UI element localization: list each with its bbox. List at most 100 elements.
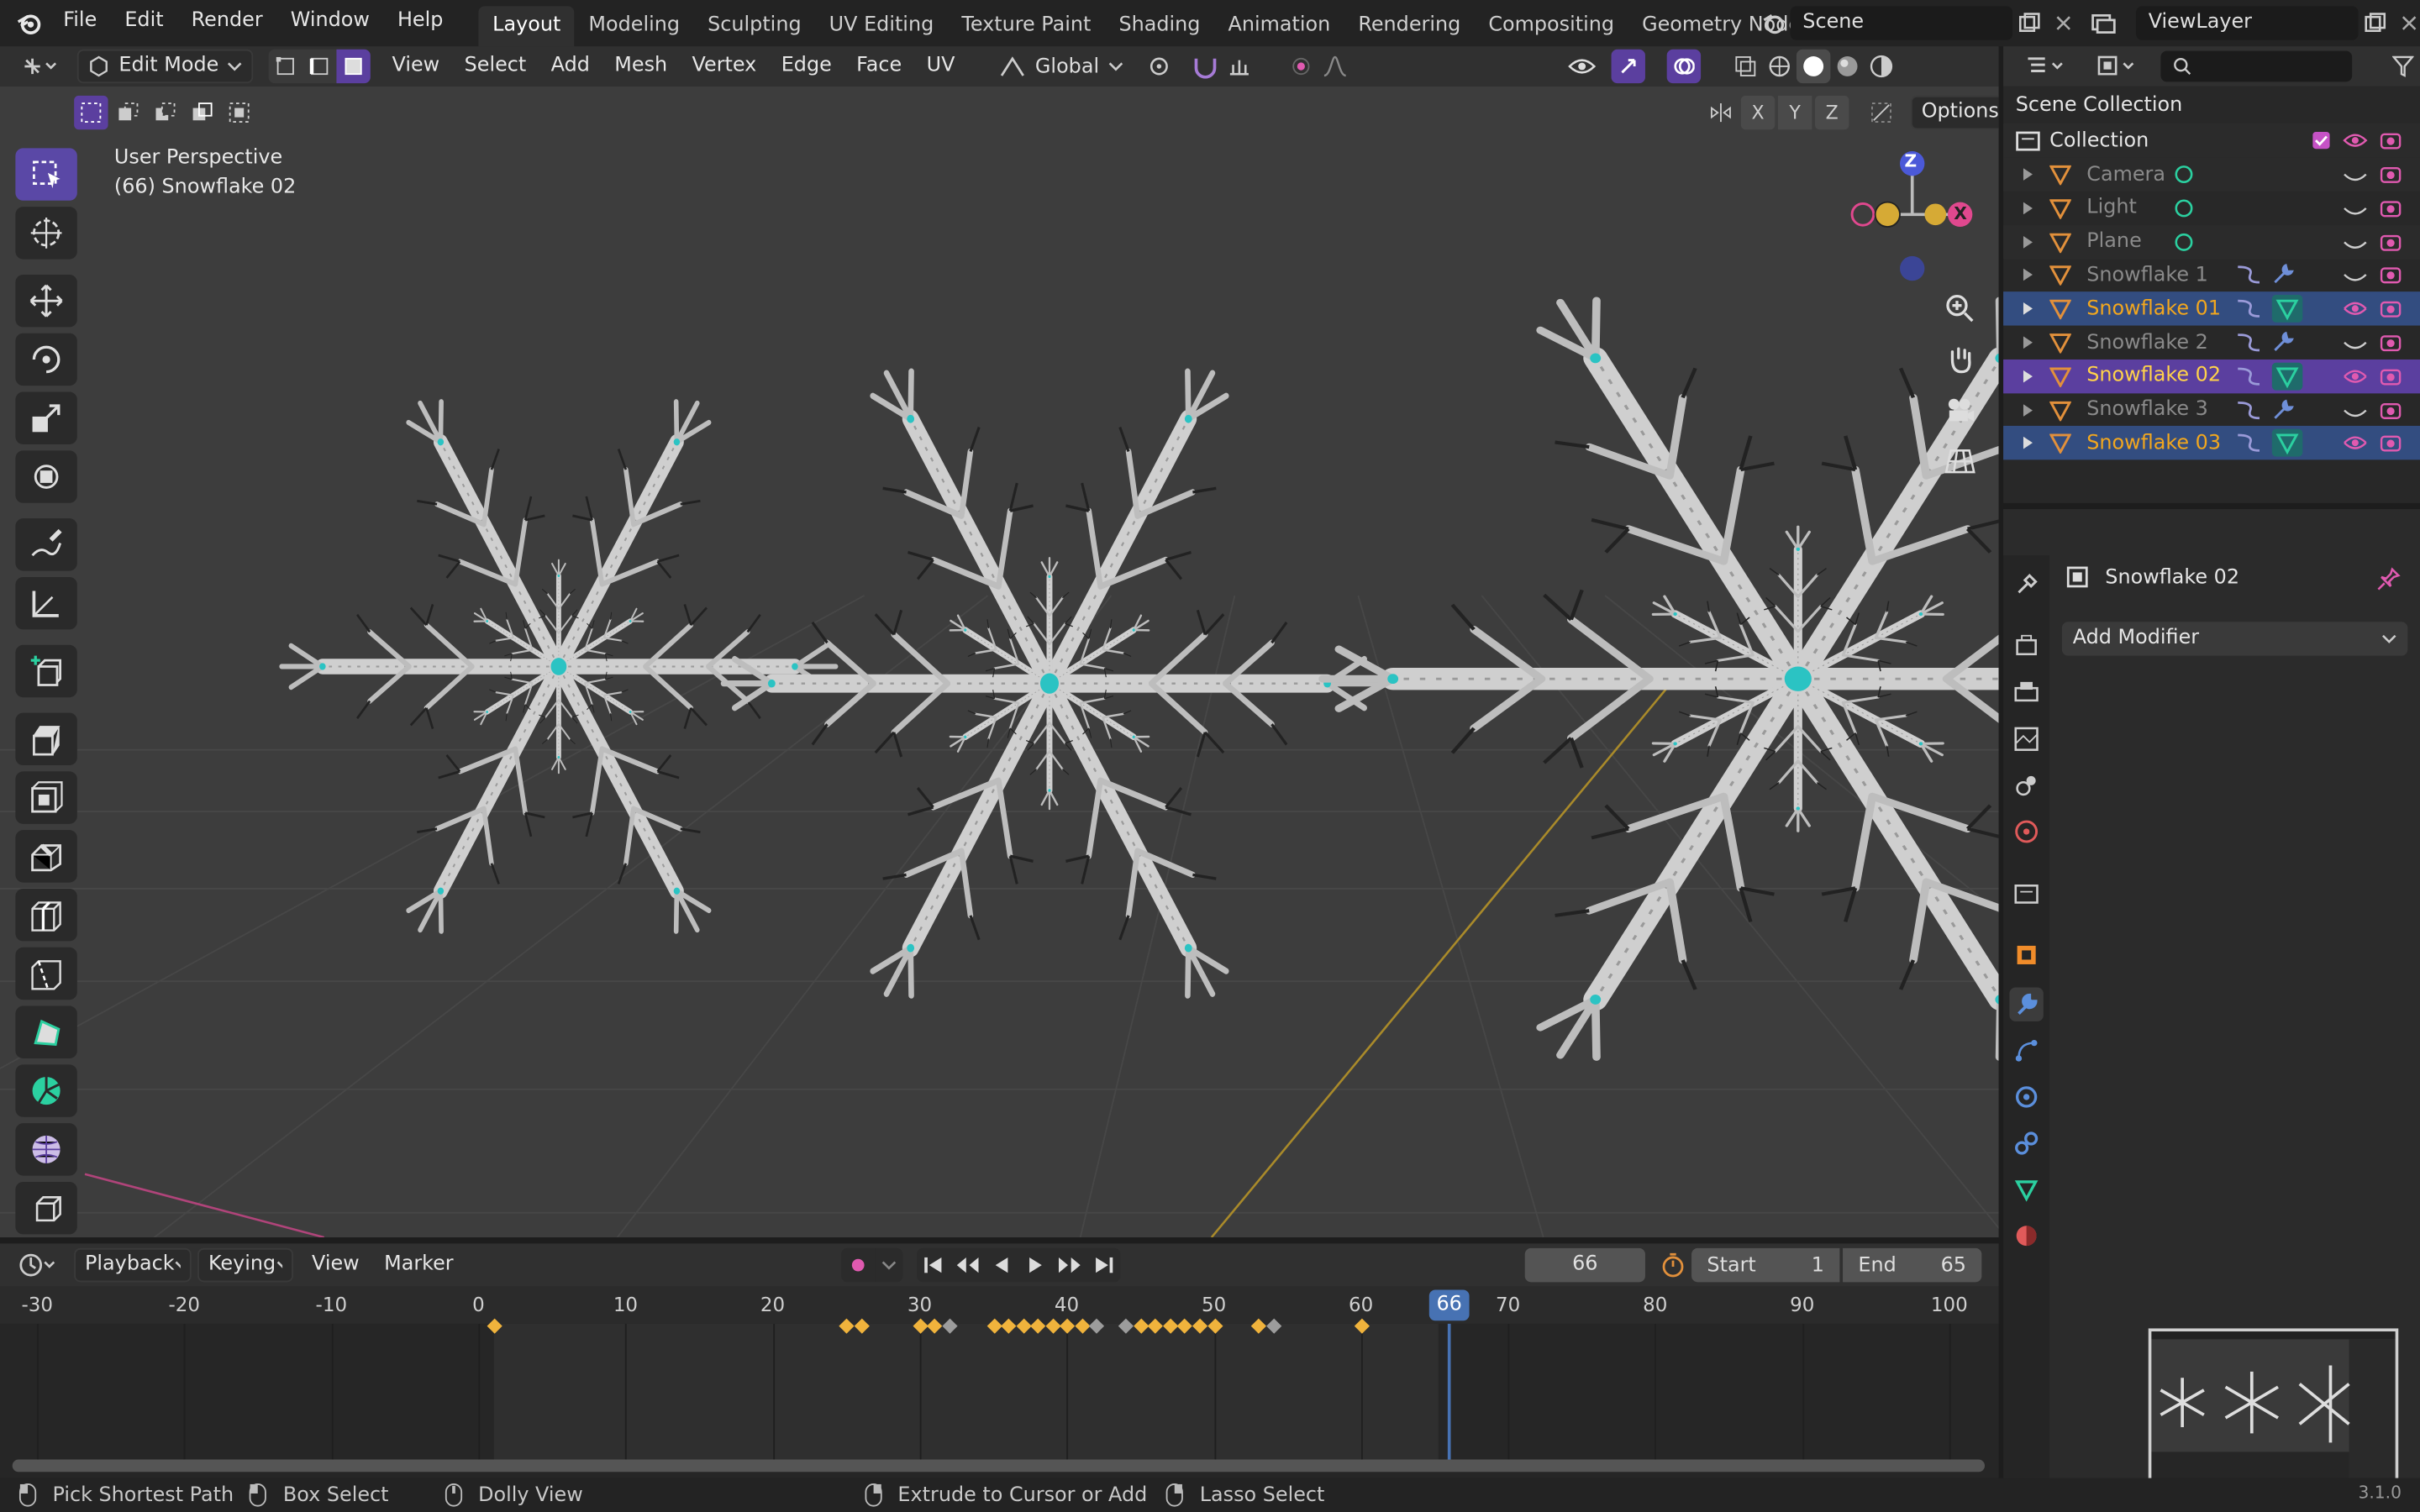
keying-dropdown[interactable]: Keying <box>197 1247 293 1283</box>
workspace-tab-layout[interactable]: Layout <box>478 5 575 46</box>
play-reverse-icon[interactable] <box>985 1248 1018 1282</box>
render-camera-icon[interactable] <box>2380 434 2402 453</box>
editor-type-icon[interactable] <box>13 50 68 83</box>
move-tool-icon[interactable] <box>15 274 77 328</box>
header-menu-add[interactable]: Add <box>539 46 602 87</box>
menu-render[interactable]: Render <box>177 0 276 46</box>
snap-icon[interactable] <box>1189 50 1223 83</box>
solid-shading-icon[interactable] <box>1796 49 1831 84</box>
expand-arrow-icon[interactable] <box>2022 269 2034 282</box>
expand-arrow-icon[interactable] <box>2022 302 2034 316</box>
jump-to-start-icon[interactable] <box>917 1248 950 1282</box>
render-camera-icon[interactable] <box>2380 300 2402 318</box>
mesh-data-icon[interactable] <box>2271 429 2303 458</box>
expand-arrow-icon[interactable] <box>2022 235 2034 248</box>
perspective-toggle-icon[interactable] <box>1939 439 1981 482</box>
expand-arrow-icon[interactable] <box>2022 202 2034 214</box>
camera-data-icon[interactable] <box>2170 162 2197 186</box>
transform-tool-icon[interactable] <box>15 450 77 503</box>
blender-logo-icon[interactable] <box>9 6 50 39</box>
timeline[interactable]: -30 -20 -10 0 10 20 30 40 50 60 70 80 90 100 66 <box>0 1286 1999 1478</box>
scene-icon[interactable] <box>1756 6 1790 39</box>
end-frame-field[interactable]: End 65 <box>1843 1247 1982 1283</box>
face-select-mode-icon[interactable] <box>336 49 371 84</box>
workspace-tab-sculpting[interactable]: Sculpting <box>694 5 816 45</box>
outliner-item-row[interactable]: Snowflake 1 <box>2003 258 2420 291</box>
workspace-tab-compositing[interactable]: Compositing <box>1475 5 1628 45</box>
mirror-y-toggle[interactable]: Y <box>1777 95 1812 130</box>
render-tab-icon[interactable] <box>2009 629 2043 663</box>
collection-row[interactable]: Collection <box>2003 123 2420 158</box>
header-menu-vertex[interactable]: Vertex <box>680 46 769 87</box>
display-mode-icon[interactable] <box>2093 50 2143 83</box>
snowflake-02-mesh[interactable] <box>723 336 1376 1030</box>
new-view-layer-icon[interactable] <box>2359 6 2392 39</box>
playhead-frame-label[interactable]: 66 <box>1428 1289 1470 1321</box>
mesh-data-icon[interactable] <box>2271 362 2303 391</box>
playback-dropdown[interactable]: Playback <box>74 1247 192 1283</box>
exclude-checkbox-icon[interactable] <box>2312 131 2330 150</box>
spin-tool-icon[interactable] <box>15 1064 77 1117</box>
expand-arrow-icon[interactable] <box>2022 336 2034 349</box>
visibility-eye-icon[interactable] <box>2343 266 2367 285</box>
measure-tool-icon[interactable] <box>15 576 77 630</box>
material-shading-icon[interactable] <box>1830 50 1864 83</box>
inset-tool-icon[interactable] <box>15 771 77 824</box>
scene-tab-icon[interactable] <box>2009 769 2043 802</box>
expand-arrow-icon[interactable] <box>2022 437 2034 450</box>
frame-ruler[interactable] <box>0 1286 1999 1324</box>
outliner-item-row[interactable]: Camera <box>2003 157 2420 192</box>
modifier-link-icon[interactable] <box>2235 298 2263 320</box>
overlays-toggle-icon[interactable] <box>1666 49 1702 84</box>
visibility-eye-icon[interactable] <box>2343 367 2367 386</box>
visibility-eye-icon[interactable] <box>2343 131 2368 150</box>
next-keyframe-icon[interactable] <box>1053 1248 1086 1282</box>
extrude-tool-icon[interactable] <box>15 712 77 766</box>
expand-arrow-icon[interactable] <box>2022 403 2034 417</box>
falloff-icon[interactable] <box>1318 50 1352 83</box>
outliner-item-row[interactable]: Snowflake 03 <box>2003 426 2420 461</box>
smooth-tool-icon[interactable] <box>15 1123 77 1176</box>
timeline-scrollbar[interactable] <box>12 1459 1986 1473</box>
mirror-icon[interactable] <box>1704 96 1738 129</box>
auto-keying-record-icon[interactable] <box>841 1247 876 1283</box>
outliner-item-row[interactable]: Snowflake 01 <box>2003 291 2420 326</box>
scale-tool-icon[interactable] <box>15 391 77 444</box>
world-tab-icon[interactable] <box>2009 815 2043 848</box>
view-layer-icon[interactable] <box>2086 6 2120 39</box>
add-cube-tool-icon[interactable] <box>15 644 77 698</box>
header-menu-face[interactable]: Face <box>844 46 913 87</box>
pivot-point-icon[interactable] <box>1145 50 1179 83</box>
view-layer-tab-icon[interactable] <box>2009 722 2043 756</box>
proportional-editing-icon[interactable] <box>1285 50 1318 83</box>
timeline-editor-type-icon[interactable] <box>13 1248 65 1282</box>
mesh-data-icon[interactable] <box>2271 295 2303 323</box>
snap-target-icon[interactable] <box>1223 50 1256 83</box>
expand-arrow-icon[interactable] <box>2022 370 2034 383</box>
output-tab-icon[interactable] <box>2009 675 2043 709</box>
mirror-x-toggle[interactable]: X <box>1740 95 1776 130</box>
vertex-select-mode-icon[interactable] <box>268 49 303 84</box>
wrench-icon[interactable] <box>2272 264 2303 286</box>
mesh-data-icon[interactable] <box>2170 229 2197 254</box>
outliner-item-row[interactable]: Light <box>2003 191 2420 224</box>
current-frame-field[interactable]: 66 <box>1524 1247 1645 1283</box>
render-camera-icon[interactable] <box>2380 199 2402 218</box>
expand-arrow-icon[interactable] <box>2022 168 2034 181</box>
pin-icon[interactable] <box>2377 566 2402 591</box>
render-camera-icon[interactable] <box>2380 165 2402 184</box>
render-camera-icon[interactable] <box>2380 401 2402 419</box>
visibility-eye-icon[interactable] <box>2343 233 2367 251</box>
modifier-link-icon[interactable] <box>2235 265 2263 286</box>
transform-orientation-dropdown[interactable]: Global <box>998 54 1124 78</box>
workspace-tab-shading[interactable]: Shading <box>1105 5 1214 45</box>
poly-build-tool-icon[interactable] <box>15 1005 77 1059</box>
options-dropdown[interactable]: Options <box>1910 95 1999 130</box>
wrench-icon[interactable] <box>2272 398 2303 421</box>
render-camera-icon[interactable] <box>2380 333 2402 352</box>
extend-selection-icon[interactable] <box>111 96 145 129</box>
material-tab-icon[interactable] <box>2009 1219 2043 1252</box>
zoom-icon[interactable] <box>1939 287 1981 330</box>
jump-to-end-icon[interactable] <box>1086 1248 1120 1282</box>
visibility-eye-icon[interactable] <box>1565 50 1598 83</box>
